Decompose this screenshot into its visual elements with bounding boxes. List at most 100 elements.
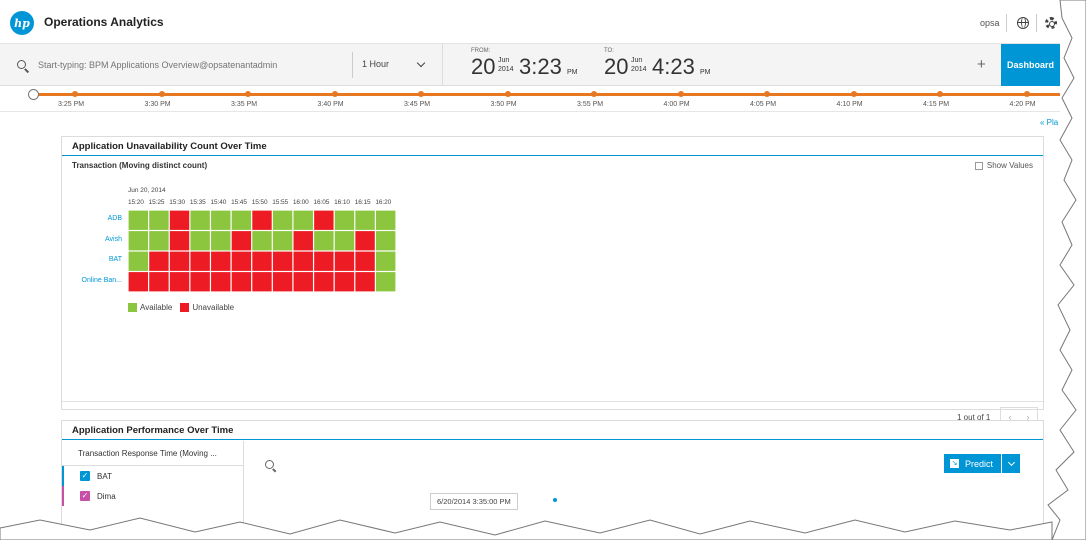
- heatmap-cell: [211, 272, 231, 292]
- legend-swatch-unavailable: [180, 303, 190, 312]
- heatmap-time-label: 16:10: [334, 199, 350, 206]
- heatmap-cell: [149, 231, 169, 251]
- predict-dropdown[interactable]: [1002, 454, 1021, 473]
- globe-icon[interactable]: [1017, 17, 1029, 29]
- user-menu[interactable]: opsa: [980, 18, 1000, 28]
- chevron-down-icon[interactable]: [416, 58, 426, 68]
- heatmap-row-label[interactable]: Online Ban...: [72, 277, 122, 284]
- heatmap-cell: [190, 251, 210, 271]
- time-to[interactable]: TO: 20 Jun 2014 4:23 PM: [604, 48, 724, 82]
- timeline-tick-dot: [591, 91, 597, 97]
- time-from-day: 20: [471, 54, 496, 79]
- timeline-tick-dot: [245, 91, 251, 97]
- heatmap-cell: [355, 251, 375, 271]
- time-from[interactable]: FROM: 20 Jun 2014 3:23 PM: [471, 48, 591, 82]
- heatmap-grid: [128, 210, 396, 292]
- heatmap-row-label[interactable]: ADB: [72, 215, 122, 222]
- list-item[interactable]: ✓ Dima: [62, 486, 243, 506]
- heatmap-cell: [149, 251, 169, 271]
- timeline-tick-dot: [418, 91, 424, 97]
- heatmap-cell: [314, 231, 334, 251]
- divider: [352, 52, 353, 78]
- predict-main[interactable]: ↘ Predict: [944, 454, 1002, 473]
- metric-list-header[interactable]: Transaction Response Time (Moving ...: [62, 441, 243, 466]
- heatmap-cell: [128, 251, 149, 271]
- collapse-panel-link[interactable]: « Pla: [1040, 118, 1058, 127]
- search-icon: [17, 60, 26, 69]
- timeline-tick-dot: [850, 91, 857, 97]
- heatmap-cell: [149, 272, 169, 292]
- timeline-tick-label: 3:35 PM: [231, 101, 258, 108]
- chevron-down-icon: [1007, 458, 1015, 466]
- header-divider: [1036, 14, 1037, 32]
- predict-button[interactable]: ↘ Predict: [944, 454, 1021, 473]
- timeline-tick-dot: [764, 91, 770, 97]
- list-item[interactable]: ✓ BAT: [62, 466, 243, 486]
- heatmap-cell: [375, 231, 396, 251]
- heatmap-cell: [128, 210, 149, 230]
- timeline-tick-label: 3:40 PM: [317, 101, 344, 108]
- list-item-label: BAT: [97, 471, 112, 481]
- heatmap-row-label[interactable]: Avish: [72, 236, 122, 243]
- timeline-tick-dot: [937, 91, 943, 97]
- heatmap-cell: [272, 231, 293, 251]
- timeline-tick-label: 3:45 PM: [404, 101, 431, 108]
- heatmap-legend: Available Unavailable: [128, 303, 242, 312]
- heatmap-row-label[interactable]: BAT: [72, 256, 122, 263]
- app-title: Operations Analytics: [44, 15, 164, 29]
- timeline-tick-label: 4:10 PM: [836, 101, 863, 108]
- timeline-tick-label: 3:55 PM: [577, 101, 604, 108]
- time-to-year: 2014: [631, 66, 647, 73]
- timeline-tick-dot: [677, 91, 684, 97]
- heatmap-time-label: 15:35: [189, 199, 206, 206]
- checkbox-checked-icon[interactable]: ✓: [80, 491, 90, 501]
- heatmap-cell: [252, 272, 272, 292]
- heatmap-cell: [334, 231, 355, 251]
- heatmap-cell: [272, 272, 293, 292]
- time-from-year: 2014: [498, 66, 514, 73]
- legend-available-label: Available: [140, 303, 173, 312]
- heatmap-cell: [355, 210, 375, 230]
- heatmap-cell: [293, 210, 313, 230]
- legend-unavailable-label: Unavailable: [192, 303, 235, 312]
- heatmap-time-label: 15:30: [169, 199, 185, 206]
- timeline-tick-label: 4:15 PM: [923, 101, 950, 108]
- timeline-tick-dot: [331, 91, 338, 97]
- heatmap-cell: [190, 272, 210, 292]
- heatmap-time-label: 15:25: [148, 199, 165, 206]
- heatmap-cell: [334, 272, 355, 292]
- show-values-checkbox[interactable]: [974, 161, 983, 170]
- dashboard-button[interactable]: Dashboard: [1001, 44, 1060, 86]
- time-range-select[interactable]: 1 Hour: [362, 59, 389, 69]
- predict-icon: ↘: [950, 459, 959, 468]
- show-values-toggle[interactable]: Show Values: [974, 161, 1033, 170]
- search-input[interactable]: [38, 57, 343, 73]
- timeline-handle[interactable]: [28, 89, 39, 100]
- timeline-slider[interactable]: 3:25 PM 3:30 PM 3:35 PM 3:40 PM 3:45 PM 3:50 …: [0, 86, 1060, 112]
- heatmap-cell: [231, 231, 252, 251]
- zoom-icon[interactable]: [265, 460, 274, 469]
- timeline-tick-dot: [504, 91, 511, 97]
- heatmap-cell: [272, 210, 293, 230]
- chart-tooltip: 6/20/2014 3:35:00 PM: [430, 493, 518, 510]
- heatmap-cell: [314, 272, 334, 292]
- panel-title: Application Performance Over Time: [62, 421, 1043, 440]
- panel-title: Application Unavailability Count Over Ti…: [62, 137, 1043, 156]
- heatmap-cell: [190, 210, 210, 230]
- heatmap-cell: [231, 251, 252, 271]
- heatmap-date-label: Jun 20, 2014: [128, 187, 166, 194]
- heatmap-cell: [375, 251, 396, 271]
- heatmap-cell: [314, 210, 334, 230]
- checkbox-checked-icon[interactable]: ✓: [80, 471, 90, 481]
- add-button[interactable]: +: [977, 57, 986, 72]
- heatmap-cell: [293, 231, 313, 251]
- heatmap-time-label: 16:05: [313, 199, 330, 206]
- heatmap-cell: [231, 210, 252, 230]
- timeline-tick-label: 3:25 PM: [58, 101, 85, 108]
- heatmap-cell: [231, 272, 252, 292]
- gear-icon[interactable]: [1045, 17, 1057, 29]
- unavailability-panel: Application Unavailability Count Over Ti…: [61, 136, 1044, 427]
- heatmap-time-label: 15:45: [231, 199, 247, 206]
- heatmap-cell: [252, 210, 272, 230]
- heatmap-cell: [334, 251, 355, 271]
